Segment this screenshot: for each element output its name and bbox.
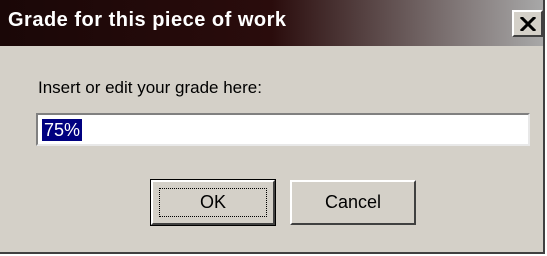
grade-prompt-label: Insert or edit your grade here: xyxy=(38,78,262,97)
grade-input-value: 75% xyxy=(42,119,83,141)
grade-input[interactable]: 75% xyxy=(36,113,530,146)
cancel-button-label: Cancel xyxy=(324,192,382,212)
ok-button-label: OK xyxy=(199,192,226,212)
cancel-button[interactable]: Cancel xyxy=(290,180,416,225)
close-button[interactable] xyxy=(512,10,543,37)
grade-dialog: Grade for this piece of work Insert or e… xyxy=(0,0,545,254)
ok-button[interactable]: OK xyxy=(150,179,276,226)
title-bar[interactable]: Grade for this piece of work xyxy=(0,0,543,46)
close-icon xyxy=(519,16,536,31)
dialog-title: Grade for this piece of work xyxy=(8,9,287,31)
